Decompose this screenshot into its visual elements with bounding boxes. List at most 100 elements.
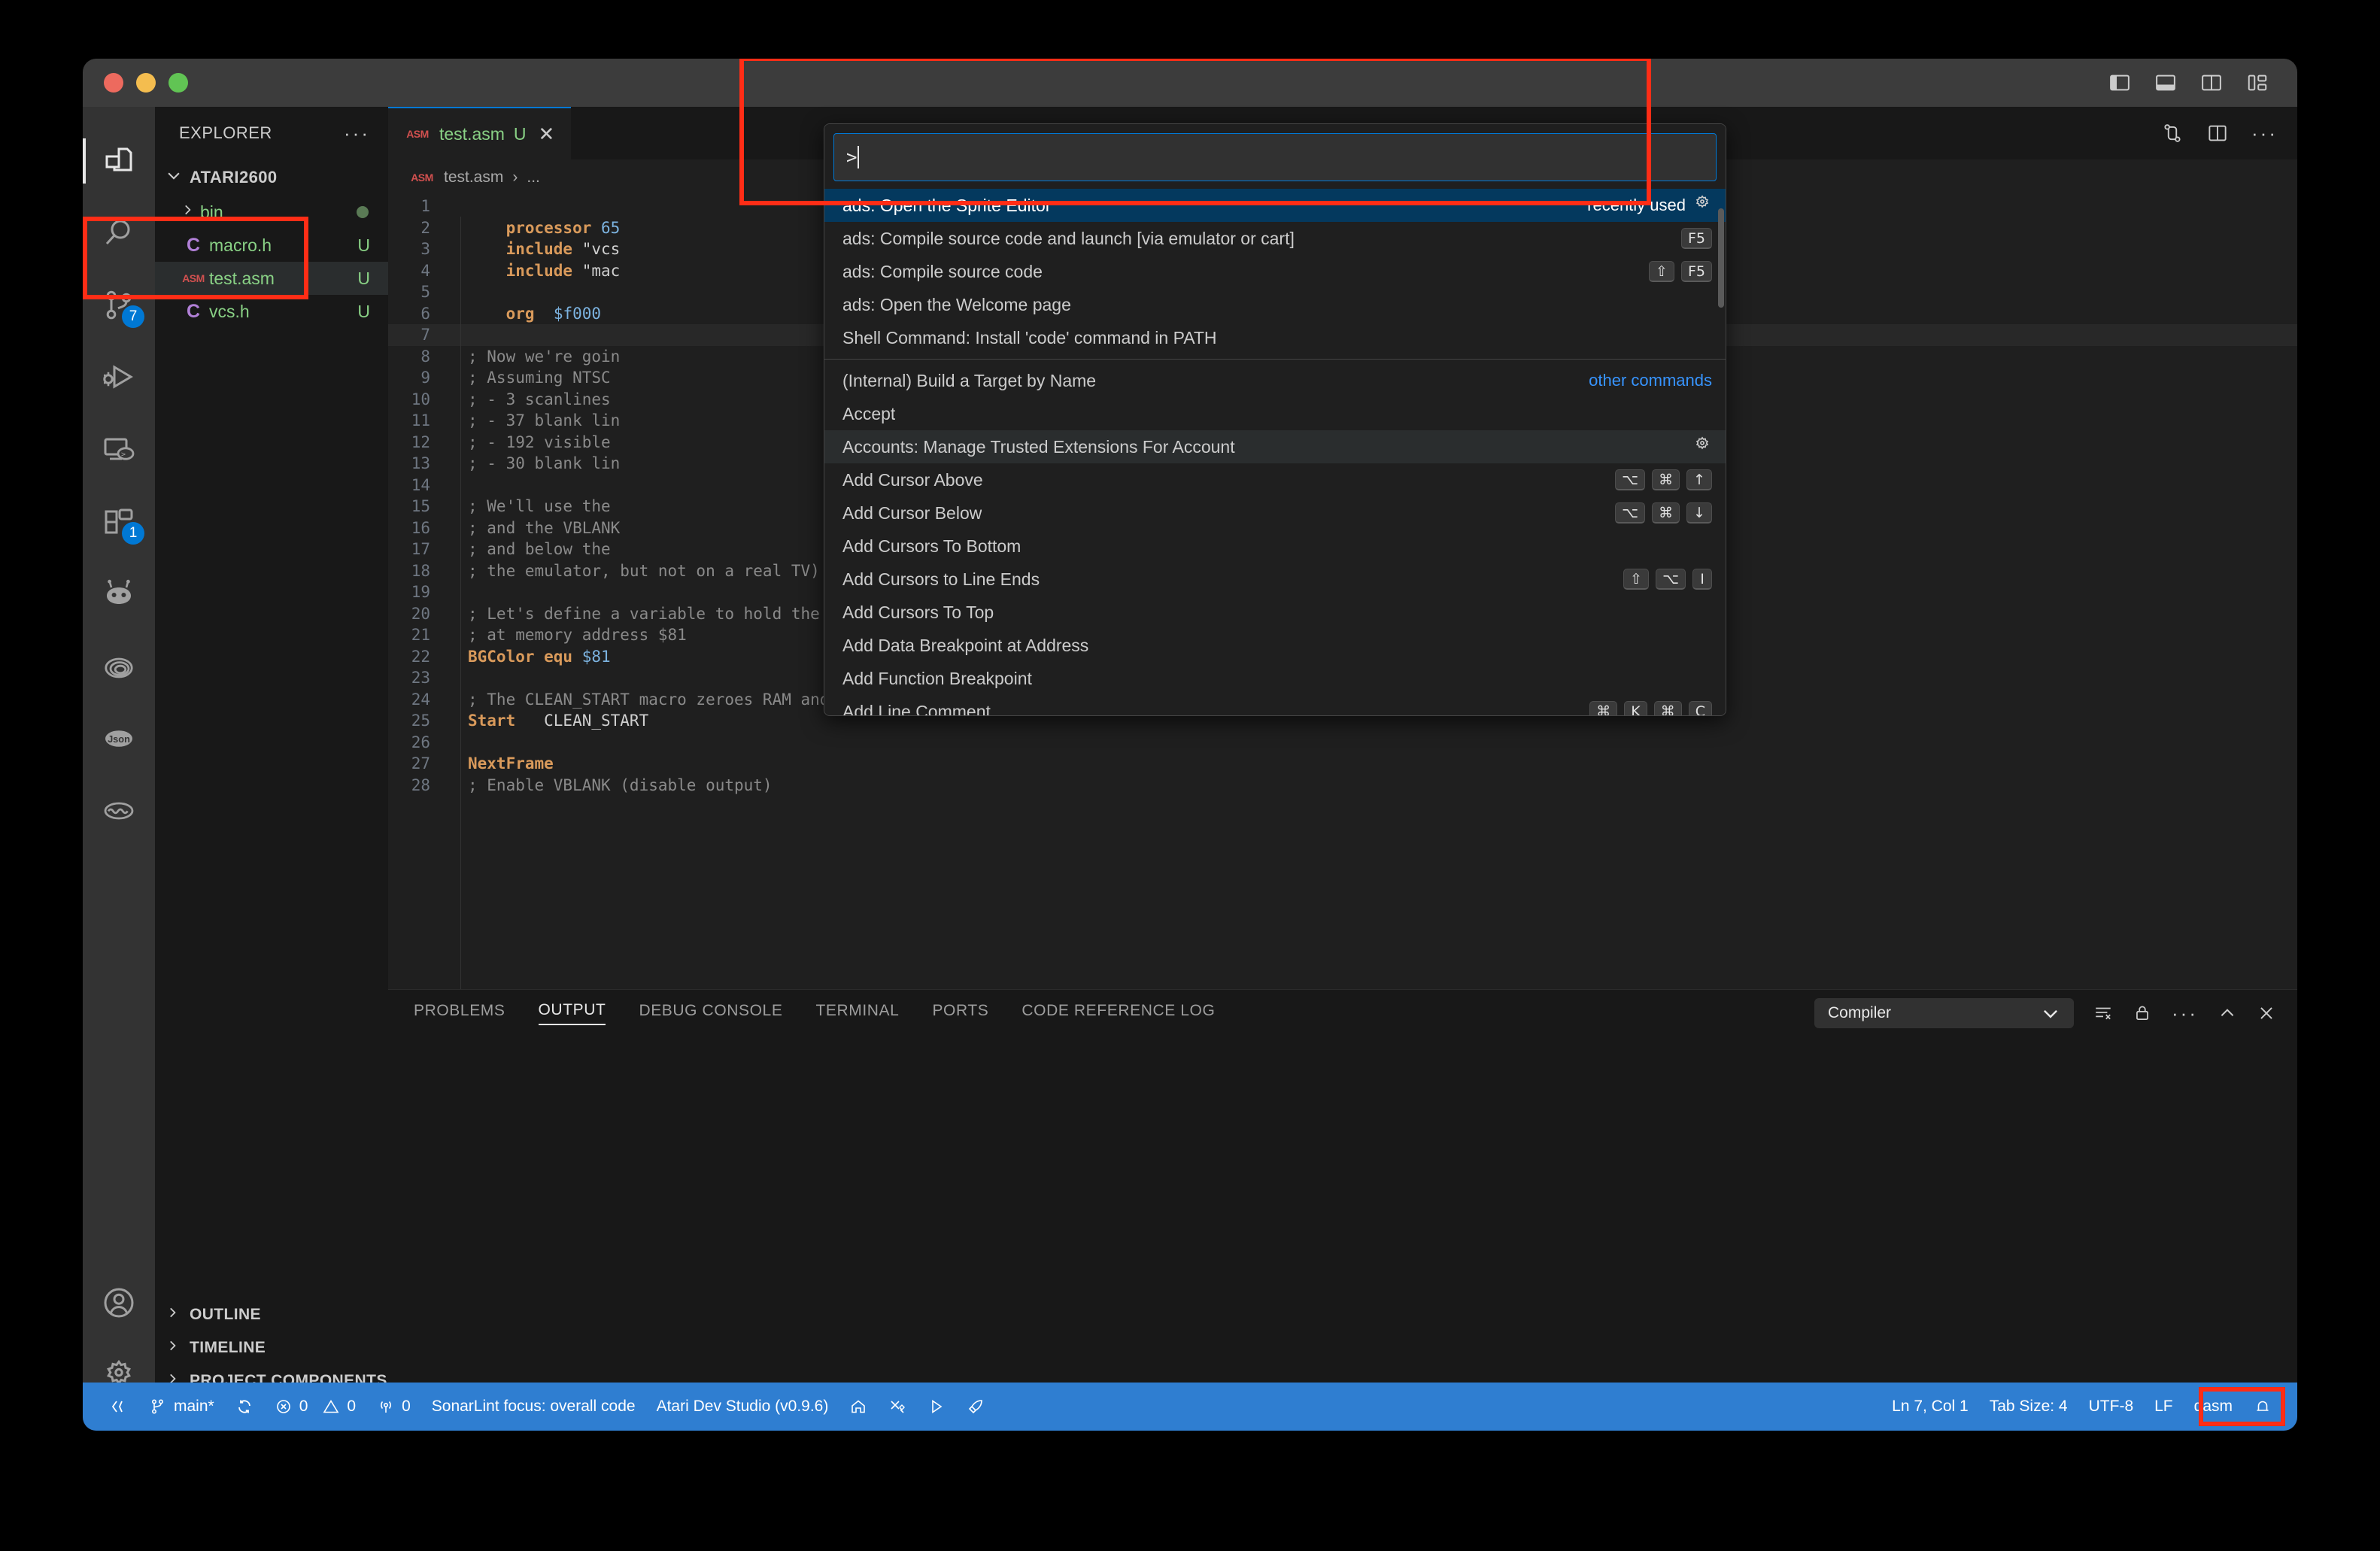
status-atari-dev-studio[interactable]: Atari Dev Studio (v0.9.6) (646, 1383, 839, 1431)
maximize-panel-icon[interactable] (2218, 1003, 2237, 1023)
line-content: ; - 192 visible (447, 433, 611, 451)
command-palette-item[interactable]: ads: Compile source code and launch [via… (824, 222, 1726, 255)
status-sync[interactable] (225, 1383, 264, 1431)
command-palette-item[interactable]: Add Cursors To Bottom (824, 530, 1726, 563)
status-ads-run[interactable] (917, 1383, 956, 1431)
status-ads-tools[interactable] (878, 1383, 917, 1431)
command-palette-item[interactable]: Accept (824, 397, 1726, 430)
toggle-secondary-sidebar-icon[interactable] (2199, 71, 2224, 94)
sidebar-item-source-control[interactable]: 7 (83, 269, 155, 341)
tab-debug-console[interactable]: DEBUG CONSOLE (639, 1002, 782, 1024)
tab-ports[interactable]: PORTS (932, 1002, 988, 1024)
status-problems[interactable]: 0 0 (264, 1383, 366, 1431)
command-palette-item[interactable]: Add Cursors to Line Ends⇧⌥I (824, 563, 1726, 596)
command-palette-input[interactable]: > (833, 133, 1717, 181)
sidebar-item-extensions[interactable]: 1 (83, 486, 155, 558)
status-encoding[interactable]: UTF-8 (2078, 1383, 2145, 1431)
line-content: ; at memory address $81 (447, 626, 687, 644)
more-actions-icon[interactable]: ··· (2251, 129, 2278, 137)
chevron-right-icon (165, 1339, 182, 1357)
section-timeline[interactable]: TIMELINE (155, 1331, 388, 1364)
command-palette-item[interactable]: ads: Open the Welcome page (824, 288, 1726, 321)
tree-item-macro-h[interactable]: C macro.h U (155, 229, 388, 262)
command-palette-item[interactable]: ads: Open the Sprite Editorrecently used (824, 189, 1726, 222)
close-window-button[interactable] (104, 73, 123, 93)
status-language-mode[interactable]: dasm (2184, 1383, 2243, 1431)
configure-keybinding-button[interactable] (1692, 193, 1712, 217)
more-actions-icon[interactable]: ··· (2172, 1009, 2198, 1017)
minimize-window-button[interactable] (136, 73, 156, 93)
command-palette-item-label: Add Cursor Above (842, 470, 983, 490)
home-icon (849, 1398, 867, 1416)
svg-text:>_: >_ (121, 451, 131, 459)
sidebar-item-waveform[interactable] (83, 775, 155, 847)
zoom-window-button[interactable] (168, 73, 188, 93)
breadcrumb-rest[interactable]: ... (527, 168, 540, 187)
command-palette-item[interactable]: Add Function Breakpoint (824, 662, 1726, 695)
status-eol[interactable]: LF (2144, 1383, 2184, 1431)
accounts-button[interactable] (83, 1267, 155, 1339)
explorer-root-folder[interactable]: ATARI2600 (155, 159, 388, 196)
split-editor-icon[interactable] (2206, 122, 2229, 144)
command-palette-item[interactable]: (Internal) Build a Target by Nameother c… (824, 364, 1726, 397)
command-palette-item-label: Add Cursor Below (842, 503, 982, 524)
status-branch[interactable]: main* (138, 1383, 225, 1431)
command-palette-scrollbar[interactable] (1718, 208, 1724, 308)
tab-test-asm[interactable]: ASM test.asm U ✕ (388, 107, 571, 159)
command-palette-item[interactable]: Shell Command: Install 'code' command in… (824, 321, 1726, 354)
lock-scroll-icon[interactable] (2133, 1003, 2152, 1023)
keybinding-key: ⌘ (1652, 502, 1680, 524)
status-ads-home[interactable] (839, 1383, 878, 1431)
close-panel-icon[interactable] (2257, 1003, 2276, 1023)
tree-item-vcs-h[interactable]: C vcs.h U (155, 295, 388, 328)
status-notifications[interactable] (2243, 1383, 2282, 1431)
status-warnings-count: 0 (347, 1398, 356, 1416)
clear-output-icon[interactable] (2093, 1003, 2113, 1023)
tab-terminal[interactable]: TERMINAL (815, 1002, 899, 1024)
section-outline[interactable]: OUTLINE (155, 1298, 388, 1331)
sidebar-item-sonarlint[interactable] (83, 558, 155, 630)
status-cursor-position[interactable]: Ln 7, Col 1 (1881, 1383, 1979, 1431)
run-icon[interactable] (2161, 122, 2184, 144)
tab-problems[interactable]: PROBLEMS (414, 1002, 505, 1024)
command-palette-item[interactable]: ads: Compile source code⇧F5 (824, 255, 1726, 288)
toggle-primary-sidebar-icon[interactable] (2107, 71, 2133, 94)
configure-keybinding-button[interactable] (1692, 435, 1712, 459)
status-indentation[interactable]: Tab Size: 4 (1979, 1383, 2078, 1431)
toggle-panel-icon[interactable] (2153, 71, 2178, 94)
line-content: ; - 30 blank lin (447, 454, 620, 472)
breadcrumb-file[interactable]: test.asm (444, 168, 503, 187)
command-palette[interactable]: > ads: Open the Sprite Editorrecently us… (824, 123, 1726, 716)
sidebar-item-run-and-debug[interactable] (83, 341, 155, 414)
command-palette-item[interactable]: Accounts: Manage Trusted Extensions For … (824, 430, 1726, 463)
tree-item-test-asm[interactable]: ASM test.asm U (155, 262, 388, 295)
code-token: include (506, 240, 573, 258)
gear-icon[interactable] (1692, 435, 1712, 454)
command-palette-item[interactable]: Add Line Comment⌘K⌘C (824, 695, 1726, 716)
tree-item-bin[interactable]: bin (155, 196, 388, 229)
command-palette-item[interactable]: Add Cursor Below⌥⌘↓ (824, 496, 1726, 530)
sidebar-item-remote-explorer[interactable]: >_ (83, 414, 155, 486)
status-ads-launch[interactable] (956, 1383, 995, 1431)
gear-icon[interactable] (1692, 193, 1712, 213)
code-token (468, 219, 506, 237)
line-number: 15 (388, 497, 447, 515)
sidebar-item-explorer[interactable] (83, 125, 155, 197)
tab-output[interactable]: OUTPUT (539, 1001, 606, 1025)
command-palette-list[interactable]: ads: Open the Sprite Editorrecently used… (824, 189, 1726, 715)
status-sonarlint-focus[interactable]: SonarLint focus: overall code (421, 1383, 646, 1431)
sidebar-item-search[interactable] (83, 197, 155, 269)
command-palette-item[interactable]: Add Data Breakpoint at Address (824, 629, 1726, 662)
sidebar-item-live-share[interactable] (83, 630, 155, 703)
code-token (468, 262, 506, 280)
output-channel-select[interactable]: Compiler (1814, 998, 2074, 1028)
sidebar-item-json-tools[interactable]: Json (83, 703, 155, 775)
close-icon[interactable]: ✕ (539, 123, 555, 146)
tab-code-reference-log[interactable]: CODE REFERENCE LOG (1022, 1002, 1215, 1024)
command-palette-item[interactable]: Add Cursors To Top (824, 596, 1726, 629)
status-ports[interactable]: 0 (366, 1383, 421, 1431)
sidebar-more-actions-icon[interactable]: ··· (344, 129, 370, 137)
command-palette-item[interactable]: Add Cursor Above⌥⌘↑ (824, 463, 1726, 496)
customize-layout-icon[interactable] (2245, 71, 2270, 94)
status-remote-window[interactable] (99, 1383, 138, 1431)
